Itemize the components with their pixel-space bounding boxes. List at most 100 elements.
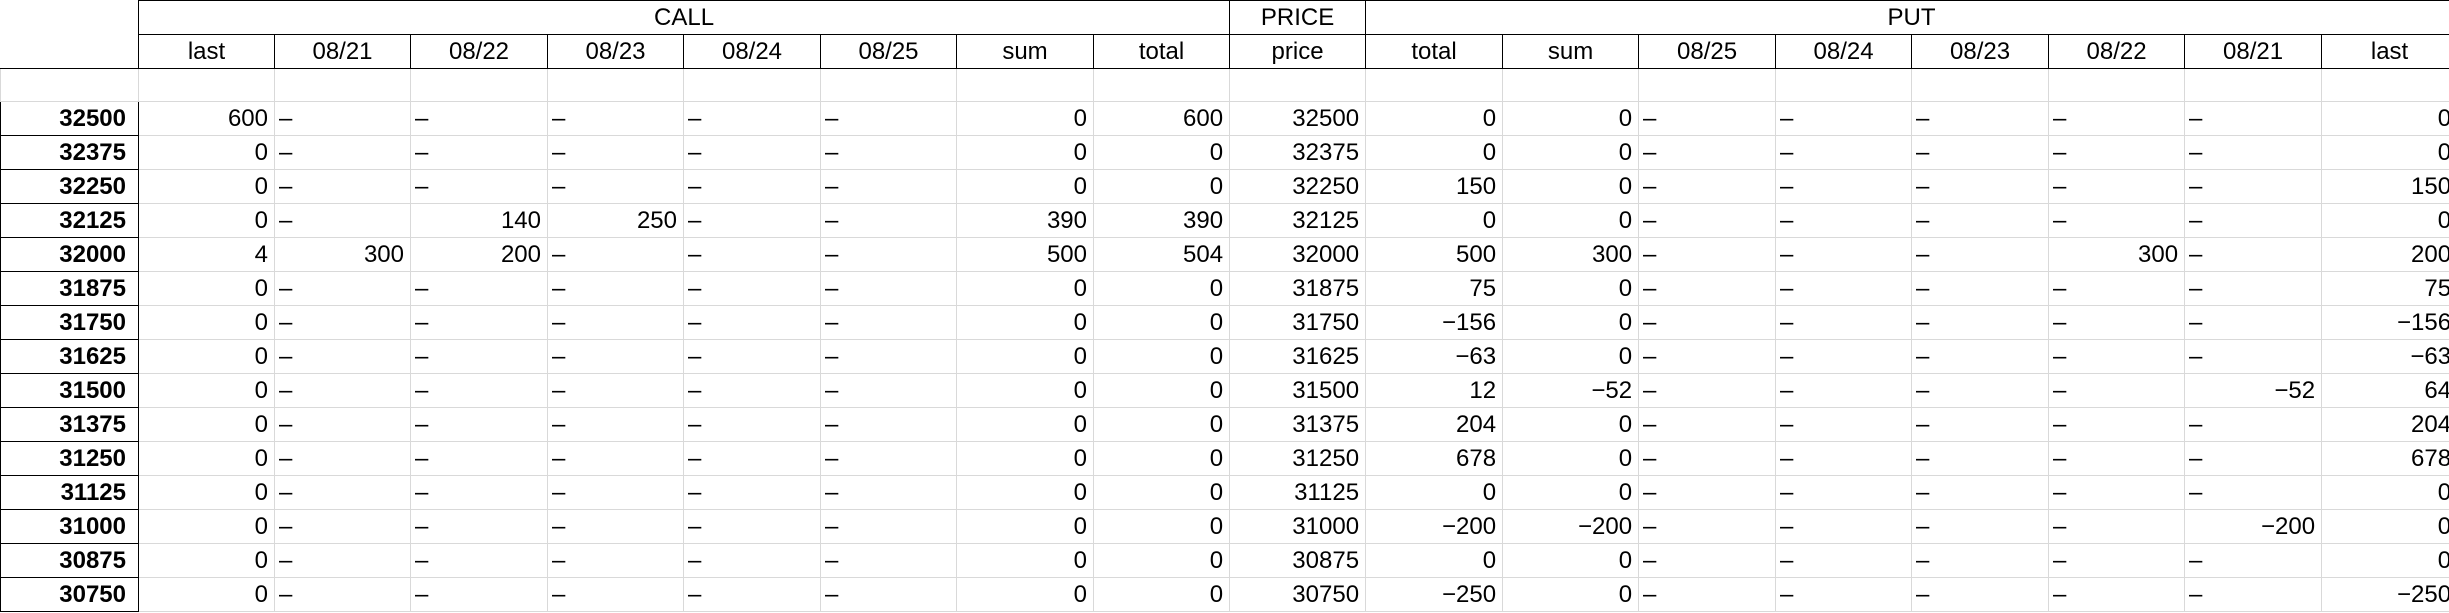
call-0825-cell[interactable]: –: [820, 407, 957, 442]
put-0825-cell[interactable]: –: [1638, 271, 1777, 306]
call-sum-cell[interactable]: 0: [956, 509, 1094, 544]
corner-cell[interactable]: [0, 34, 139, 69]
put-total-cell[interactable]: −156: [1365, 305, 1504, 340]
call-0822-cell[interactable]: –: [410, 101, 548, 136]
put-total-cell[interactable]: 0: [1365, 543, 1504, 578]
put-last-cell[interactable]: 204: [2321, 407, 2449, 442]
put-last-cell[interactable]: 0: [2321, 203, 2449, 238]
blank-cell[interactable]: [683, 68, 821, 102]
column-header-call-total[interactable]: total: [1092, 34, 1231, 69]
call-0821-cell[interactable]: –: [274, 475, 411, 510]
put-total-cell[interactable]: 0: [1365, 135, 1504, 170]
call-0822-cell[interactable]: 200: [410, 237, 548, 272]
put-0821-cell[interactable]: –: [2184, 339, 2323, 374]
call-0825-cell[interactable]: –: [820, 441, 957, 476]
put-0825-cell[interactable]: –: [1638, 237, 1777, 272]
put-total-cell[interactable]: 75: [1365, 271, 1504, 306]
call-0823-cell[interactable]: –: [547, 475, 684, 510]
put-0825-cell[interactable]: –: [1638, 305, 1777, 340]
put-sum-cell[interactable]: −200: [1502, 509, 1640, 544]
price-cell[interactable]: 32000: [1229, 237, 1367, 272]
put-0824-cell[interactable]: –: [1775, 135, 1913, 170]
put-last-cell[interactable]: −156: [2321, 305, 2449, 340]
call-0825-cell[interactable]: –: [820, 271, 957, 306]
put-0824-cell[interactable]: –: [1775, 169, 1913, 204]
call-0824-cell[interactable]: –: [683, 373, 821, 408]
strike-cell[interactable]: 32000: [0, 237, 139, 272]
call-0823-cell[interactable]: –: [547, 509, 684, 544]
call-0823-cell[interactable]: –: [547, 339, 684, 374]
strike-cell[interactable]: 31625: [0, 339, 139, 374]
put-0821-cell[interactable]: –: [2184, 441, 2323, 476]
put-0824-cell[interactable]: –: [1775, 203, 1913, 238]
call-0824-cell[interactable]: –: [683, 203, 821, 238]
blank-cell[interactable]: [1638, 68, 1777, 102]
strike-cell[interactable]: 32500: [0, 101, 139, 136]
call-0824-cell[interactable]: –: [683, 407, 821, 442]
column-header-put-0824[interactable]: 08/24: [1775, 34, 1913, 69]
strike-cell[interactable]: 30750: [0, 577, 139, 612]
call-last-cell[interactable]: 0: [138, 441, 275, 476]
blank-cell[interactable]: [0, 68, 139, 102]
put-sum-cell[interactable]: 0: [1502, 169, 1640, 204]
call-sum-cell[interactable]: 0: [956, 101, 1094, 136]
call-0823-cell[interactable]: –: [547, 577, 684, 612]
call-last-cell[interactable]: 0: [138, 203, 275, 238]
call-0823-cell[interactable]: –: [547, 543, 684, 578]
call-last-cell[interactable]: 0: [138, 407, 275, 442]
put-total-cell[interactable]: 0: [1365, 475, 1504, 510]
put-0821-cell[interactable]: –: [2184, 543, 2323, 578]
call-sum-cell[interactable]: 0: [956, 271, 1094, 306]
call-0823-cell[interactable]: –: [547, 101, 684, 136]
call-0822-cell[interactable]: –: [410, 509, 548, 544]
put-sum-cell[interactable]: 0: [1502, 441, 1640, 476]
put-0822-cell[interactable]: –: [2048, 101, 2186, 136]
column-header-call-sum[interactable]: sum: [956, 34, 1094, 69]
call-total-cell[interactable]: 0: [1092, 169, 1231, 204]
put-0825-cell[interactable]: –: [1638, 373, 1777, 408]
put-sum-cell[interactable]: 0: [1502, 475, 1640, 510]
call-sum-cell[interactable]: 0: [956, 475, 1094, 510]
call-0822-cell[interactable]: –: [410, 339, 548, 374]
put-0823-cell[interactable]: –: [1911, 271, 2050, 306]
price-cell[interactable]: 31000: [1229, 509, 1367, 544]
put-0824-cell[interactable]: –: [1775, 441, 1913, 476]
put-last-cell[interactable]: 0: [2321, 543, 2449, 578]
blank-cell[interactable]: [1502, 68, 1640, 102]
put-0822-cell[interactable]: –: [2048, 203, 2186, 238]
put-0823-cell[interactable]: –: [1911, 407, 2050, 442]
put-0825-cell[interactable]: –: [1638, 577, 1777, 612]
blank-cell[interactable]: [1092, 68, 1231, 102]
price-cell[interactable]: 31500: [1229, 373, 1367, 408]
call-0823-cell[interactable]: –: [547, 305, 684, 340]
put-last-cell[interactable]: 0: [2321, 135, 2449, 170]
call-0822-cell[interactable]: –: [410, 135, 548, 170]
call-0821-cell[interactable]: –: [274, 407, 411, 442]
call-0821-cell[interactable]: –: [274, 441, 411, 476]
call-last-cell[interactable]: 0: [138, 509, 275, 544]
put-last-cell[interactable]: 0: [2321, 101, 2449, 136]
blank-cell[interactable]: [2184, 68, 2323, 102]
put-0823-cell[interactable]: –: [1911, 101, 2050, 136]
call-group-header[interactable]: CALL: [137, 0, 1231, 35]
call-total-cell[interactable]: 0: [1092, 441, 1231, 476]
call-0824-cell[interactable]: –: [683, 441, 821, 476]
put-0821-cell[interactable]: –: [2184, 407, 2323, 442]
put-0822-cell[interactable]: –: [2048, 339, 2186, 374]
call-0823-cell[interactable]: –: [547, 169, 684, 204]
call-0821-cell[interactable]: –: [274, 509, 411, 544]
call-0823-cell[interactable]: –: [547, 441, 684, 476]
put-0821-cell[interactable]: −52: [2184, 373, 2323, 408]
call-0821-cell[interactable]: –: [274, 339, 411, 374]
call-0821-cell[interactable]: –: [274, 543, 411, 578]
call-last-cell[interactable]: 0: [138, 135, 275, 170]
price-cell[interactable]: 31625: [1229, 339, 1367, 374]
call-0822-cell[interactable]: –: [410, 577, 548, 612]
put-0823-cell[interactable]: –: [1911, 509, 2050, 544]
call-total-cell[interactable]: 504: [1092, 237, 1231, 272]
call-0823-cell[interactable]: –: [547, 237, 684, 272]
put-0825-cell[interactable]: –: [1638, 203, 1777, 238]
blank-cell[interactable]: [2321, 68, 2449, 102]
call-0823-cell[interactable]: –: [547, 271, 684, 306]
price-cell[interactable]: 31875: [1229, 271, 1367, 306]
